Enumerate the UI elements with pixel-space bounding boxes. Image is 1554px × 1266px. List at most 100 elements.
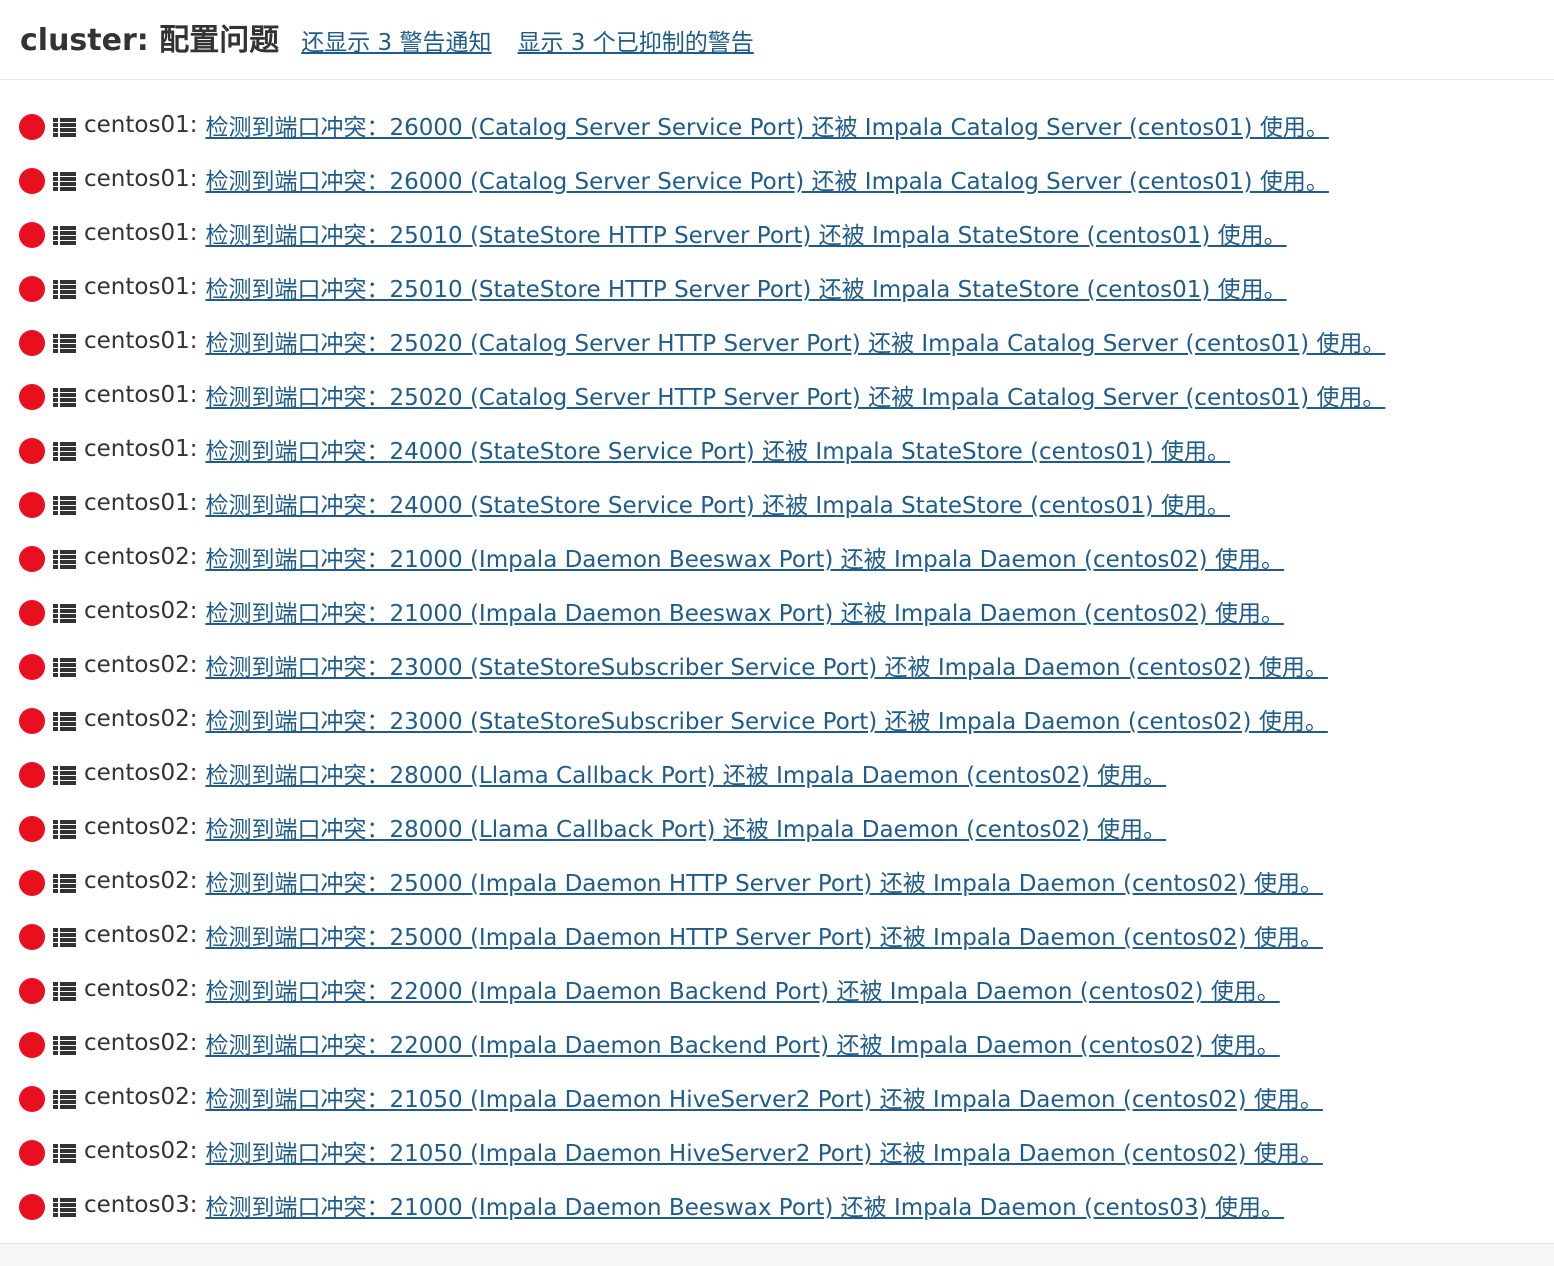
issue-row: centos01: 检测到端口冲突：25020 (Catalog Server … (0, 314, 1554, 368)
error-status-icon (19, 438, 45, 464)
issue-message-link[interactable]: 检测到端口冲突：28000 (Llama Callback Port) 还被 I… (205, 756, 1166, 790)
issue-row: centos02: 检测到端口冲突：21000 (Impala Daemon B… (0, 584, 1554, 638)
issue-message-link[interactable]: 检测到端口冲突：24000 (StateStore Service Port) … (205, 432, 1230, 466)
list-icon (53, 1197, 76, 1217)
issue-message-link[interactable]: 检测到端口冲突：21050 (Impala Daemon HiveServer2… (205, 1080, 1322, 1114)
error-status-icon (19, 114, 45, 140)
list-icon (53, 819, 76, 839)
host-label: centos01: (84, 328, 198, 354)
host-label: centos02: (84, 814, 198, 840)
issue-row: centos02: 检测到端口冲突：25000 (Impala Daemon H… (0, 854, 1554, 908)
issue-message-link[interactable]: 检测到端口冲突：25020 (Catalog Server HTTP Serve… (205, 324, 1385, 358)
issue-row: centos01: 检测到端口冲突：26000 (Catalog Server … (0, 98, 1554, 152)
show-suppressed-alerts-link[interactable]: 显示 3 个已抑制的警告 (517, 23, 753, 57)
issue-row: centos01: 检测到端口冲突：26000 (Catalog Server … (0, 152, 1554, 206)
error-status-icon (19, 222, 45, 248)
error-status-icon (19, 600, 45, 626)
list-icon (53, 603, 76, 623)
error-status-icon (19, 384, 45, 410)
error-status-icon (19, 654, 45, 680)
issue-row: centos01: 检测到端口冲突：25020 (Catalog Server … (0, 368, 1554, 422)
error-status-icon (19, 924, 45, 950)
issue-message-link[interactable]: 检测到端口冲突：24000 (StateStore Service Port) … (205, 486, 1230, 520)
host-label: centos02: (84, 922, 198, 948)
error-status-icon (19, 492, 45, 518)
list-icon (53, 873, 76, 893)
list-icon (53, 333, 76, 353)
host-label: centos02: (84, 1138, 198, 1164)
issue-message-link[interactable]: 检测到端口冲突：22000 (Impala Daemon Backend Por… (205, 1026, 1279, 1060)
list-icon (53, 171, 76, 191)
list-icon (53, 495, 76, 515)
issue-message-link[interactable]: 检测到端口冲突：25000 (Impala Daemon HTTP Server… (205, 864, 1323, 898)
issue-row: centos03: 检测到端口冲突：21000 (Impala Daemon B… (0, 1178, 1554, 1232)
issue-message-link[interactable]: 检测到端口冲突：26000 (Catalog Server Service Po… (205, 108, 1328, 142)
show-alerts-link[interactable]: 还显示 3 警告通知 (301, 23, 491, 57)
host-label: centos01: (84, 220, 198, 246)
host-label: centos02: (84, 652, 198, 678)
list-icon (53, 117, 76, 137)
host-label: centos01: (84, 436, 198, 462)
error-status-icon (19, 168, 45, 194)
issue-message-link[interactable]: 检测到端口冲突：21000 (Impala Daemon Beeswax Por… (205, 1188, 1284, 1222)
error-status-icon (19, 1194, 45, 1220)
issue-row: centos02: 检测到端口冲突：21050 (Impala Daemon H… (0, 1070, 1554, 1124)
error-status-icon (19, 978, 45, 1004)
host-label: centos01: (84, 166, 198, 192)
list-icon (53, 765, 76, 785)
host-label: centos02: (84, 1030, 198, 1056)
list-icon (53, 657, 76, 677)
issue-list: centos01: 检测到端口冲突：26000 (Catalog Server … (0, 80, 1554, 1232)
host-label: centos02: (84, 976, 198, 1002)
issue-row: centos02: 检测到端口冲突：22000 (Impala Daemon B… (0, 962, 1554, 1016)
issue-message-link[interactable]: 检测到端口冲突：25020 (Catalog Server HTTP Serve… (205, 378, 1385, 412)
issue-message-link[interactable]: 检测到端口冲突：28000 (Llama Callback Port) 还被 I… (205, 810, 1166, 844)
issue-row: centos02: 检测到端口冲突：28000 (Llama Callback … (0, 800, 1554, 854)
issue-message-link[interactable]: 检测到端口冲突：21050 (Impala Daemon HiveServer2… (205, 1134, 1322, 1168)
host-label: centos02: (84, 760, 198, 786)
issue-message-link[interactable]: 检测到端口冲突：25010 (StateStore HTTP Server Po… (205, 216, 1286, 250)
host-label: centos02: (84, 598, 198, 624)
issue-message-link[interactable]: 检测到端口冲突：23000 (StateStoreSubscriber Serv… (205, 648, 1327, 682)
issue-message-link[interactable]: 检测到端口冲突：26000 (Catalog Server Service Po… (205, 162, 1328, 196)
issue-message-link[interactable]: 检测到端口冲突：25000 (Impala Daemon HTTP Server… (205, 918, 1323, 952)
list-icon (53, 1089, 76, 1109)
issue-message-link[interactable]: 检测到端口冲突：21000 (Impala Daemon Beeswax Por… (205, 594, 1284, 628)
list-icon (53, 279, 76, 299)
list-icon (53, 927, 76, 947)
issue-message-link[interactable]: 检测到端口冲突：21000 (Impala Daemon Beeswax Por… (205, 540, 1284, 574)
list-icon (53, 1035, 76, 1055)
error-status-icon (19, 708, 45, 734)
host-label: centos02: (84, 868, 198, 894)
issue-row: centos01: 检测到端口冲突：24000 (StateStore Serv… (0, 476, 1554, 530)
error-status-icon (19, 546, 45, 572)
issue-row: centos02: 检测到端口冲突：28000 (Llama Callback … (0, 746, 1554, 800)
error-status-icon (19, 1032, 45, 1058)
issue-row: centos02: 检测到端口冲突：21000 (Impala Daemon B… (0, 530, 1554, 584)
issue-row: centos02: 检测到端口冲突：23000 (StateStoreSubsc… (0, 692, 1554, 746)
host-label: centos02: (84, 706, 198, 732)
list-icon (53, 225, 76, 245)
issue-row: centos02: 检测到端口冲突：25000 (Impala Daemon H… (0, 908, 1554, 962)
issue-message-link[interactable]: 检测到端口冲突：23000 (StateStoreSubscriber Serv… (205, 702, 1327, 736)
issue-row: centos01: 检测到端口冲突：24000 (StateStore Serv… (0, 422, 1554, 476)
list-icon (53, 1143, 76, 1163)
list-icon (53, 981, 76, 1001)
error-status-icon (19, 816, 45, 842)
host-label: centos01: (84, 490, 198, 516)
host-label: centos02: (84, 544, 198, 570)
page-header: cluster: 配置问题 还显示 3 警告通知 显示 3 个已抑制的警告 (0, 0, 1554, 80)
error-status-icon (19, 276, 45, 302)
list-icon (53, 711, 76, 731)
issue-row: centos02: 检测到端口冲突：23000 (StateStoreSubsc… (0, 638, 1554, 692)
host-label: centos03: (84, 1192, 198, 1218)
error-status-icon (19, 330, 45, 356)
issue-message-link[interactable]: 检测到端口冲突：22000 (Impala Daemon Backend Por… (205, 972, 1279, 1006)
error-status-icon (19, 1086, 45, 1112)
issue-row: centos02: 检测到端口冲突：21050 (Impala Daemon H… (0, 1124, 1554, 1178)
page-title: cluster: 配置问题 (20, 22, 280, 58)
issue-row: centos01: 检测到端口冲突：25010 (StateStore HTTP… (0, 260, 1554, 314)
list-icon (53, 549, 76, 569)
list-icon (53, 387, 76, 407)
issue-message-link[interactable]: 检测到端口冲突：25010 (StateStore HTTP Server Po… (205, 270, 1286, 304)
